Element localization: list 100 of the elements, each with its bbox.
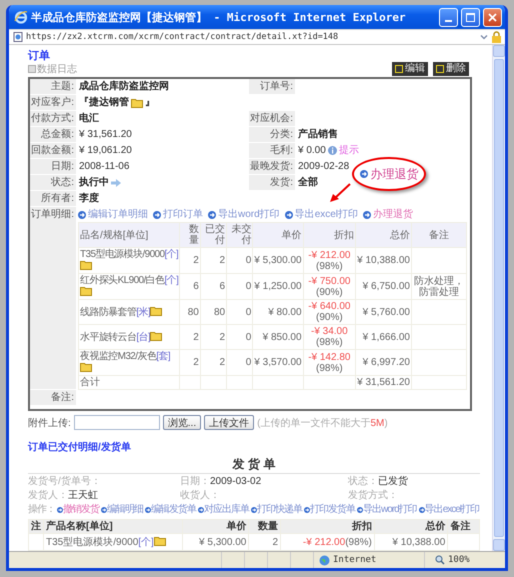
discount-cell: -¥ 640.00 (90%) bbox=[303, 300, 356, 324]
globe-icon bbox=[319, 554, 330, 566]
action-link[interactable]: 打印订单 bbox=[153, 208, 203, 221]
arrow-circle-icon bbox=[208, 210, 216, 218]
action-link[interactable]: 对应出库单 bbox=[198, 503, 249, 517]
column-header: 已交付 bbox=[200, 222, 227, 248]
file-path-field[interactable] bbox=[74, 415, 160, 430]
folder-icon[interactable] bbox=[131, 98, 143, 108]
table-cell: ¥ 10,388.00 bbox=[356, 248, 412, 274]
zoom-level[interactable]: 100% bbox=[448, 555, 470, 565]
action-link[interactable]: 撤销发货 bbox=[57, 503, 99, 517]
dropdown-caret-icon[interactable] bbox=[480, 33, 488, 41]
window-title: 半成品仓库防盗监控网【捷达钢管】 - Microsoft Internet Explorer bbox=[31, 10, 407, 24]
hint-link[interactable]: 提示 bbox=[338, 144, 359, 157]
arrow-circle-icon bbox=[418, 507, 425, 513]
table-cell: ¥ 3,570.00 bbox=[252, 350, 304, 376]
table-cell: ¥ 6,997.20 bbox=[356, 350, 412, 376]
folder-icon[interactable] bbox=[150, 306, 162, 316]
upload-button[interactable]: 上传文件 bbox=[204, 415, 254, 430]
info-label: 发货人： bbox=[28, 490, 68, 501]
unit-text: [台] bbox=[136, 332, 150, 343]
field-value: 产品销售 bbox=[298, 128, 338, 141]
page-title: 订单 bbox=[28, 50, 51, 62]
field-label: 所有者: bbox=[30, 191, 76, 207]
field-value: 2009-02-28 bbox=[298, 160, 350, 173]
table-cell: 2 bbox=[180, 248, 200, 274]
field-value: 成品仓库防盗监控网 bbox=[79, 80, 169, 93]
column-header: 总价 bbox=[374, 520, 448, 534]
minimize-button[interactable] bbox=[439, 8, 458, 26]
action-link[interactable]: 导出word打印 bbox=[357, 503, 417, 517]
folder-icon[interactable] bbox=[154, 536, 166, 546]
arrow-circle-icon bbox=[145, 507, 151, 513]
total-label: 合计 bbox=[78, 376, 180, 390]
column-header: 总价 bbox=[356, 222, 412, 248]
table-cell: ¥ 850.00 bbox=[252, 324, 304, 350]
action-button[interactable]: 编辑 bbox=[392, 62, 428, 76]
arrow-circle-icon bbox=[57, 507, 63, 513]
field-value: 执行中 bbox=[79, 176, 109, 189]
column-header: 备注 bbox=[411, 222, 466, 248]
table-cell: 80 bbox=[180, 300, 200, 324]
data-log-link[interactable]: 数据日志 bbox=[37, 62, 77, 76]
column-header: 未交付 bbox=[226, 222, 253, 248]
zoom-icon[interactable] bbox=[435, 555, 445, 565]
arrow-circle-icon bbox=[78, 210, 86, 218]
folder-icon[interactable] bbox=[80, 362, 92, 372]
scroll-thumb[interactable] bbox=[494, 59, 504, 537]
browse-button[interactable]: 浏览... bbox=[162, 415, 202, 430]
action-link[interactable]: 办理退货 bbox=[363, 208, 414, 221]
action-button[interactable]: 删除 bbox=[433, 62, 469, 76]
action-link[interactable]: 编辑明细 bbox=[101, 503, 143, 517]
close-icon[interactable] bbox=[488, 12, 497, 22]
action-link[interactable]: 打印发货单 bbox=[304, 503, 355, 517]
arrow-circle-icon bbox=[304, 507, 310, 513]
field-value: 全部 bbox=[298, 176, 318, 189]
field-label: 付款方式: bbox=[30, 111, 76, 127]
action-link[interactable]: 编辑发货单 bbox=[145, 503, 196, 517]
arrow-circle-icon bbox=[198, 507, 204, 513]
folder-icon[interactable] bbox=[150, 331, 162, 341]
action-link[interactable]: 导出word打印 bbox=[208, 208, 280, 221]
column-header: 折扣 bbox=[303, 222, 356, 248]
maximize-button[interactable] bbox=[461, 8, 480, 26]
folder-icon[interactable] bbox=[80, 260, 92, 270]
action-link[interactable]: 导出excel打印 bbox=[418, 503, 480, 517]
product-cell: T35型电源模块/9000[个] bbox=[78, 248, 180, 274]
action-link[interactable]: 编辑订单明细 bbox=[78, 208, 148, 221]
action-link[interactable]: 打印快递单 bbox=[251, 503, 302, 517]
column-header: 单价 bbox=[252, 222, 304, 248]
unit-text: [个] bbox=[164, 249, 178, 260]
url-text[interactable]: https://zx2.xtcrm.com/xcrm/contract/contract/detail.xt?id=148 bbox=[26, 32, 477, 42]
column-header: 备注 bbox=[448, 520, 480, 534]
customer-link[interactable]: 『捷达钢管 bbox=[79, 96, 129, 109]
field-label: 发货: bbox=[249, 175, 295, 191]
arrow-right-icon[interactable] bbox=[111, 178, 121, 186]
delivery-link[interactable]: 订单已交付明细/发货单 bbox=[28, 442, 131, 454]
column-header: 注 bbox=[28, 520, 44, 534]
unit-text: [个] bbox=[164, 275, 178, 286]
field-label: 订单号: bbox=[249, 79, 295, 95]
table-cell: ¥ 1,250.00 bbox=[252, 274, 304, 300]
field-label: 主题: bbox=[30, 79, 76, 95]
action-link[interactable]: 导出excel打印 bbox=[284, 208, 358, 221]
field-label: 最晚发货: bbox=[249, 159, 295, 175]
arrow-circle-icon bbox=[251, 507, 257, 513]
arrow-circle-icon bbox=[363, 210, 372, 218]
table-cell: 2 bbox=[180, 350, 200, 376]
folder-icon[interactable] bbox=[80, 286, 92, 296]
lock-icon[interactable] bbox=[491, 31, 502, 43]
field-label: 备注: bbox=[30, 390, 76, 406]
field-label: 订单明细: bbox=[30, 207, 76, 390]
table-cell: 0 bbox=[226, 274, 253, 300]
arrow-circle-icon bbox=[360, 170, 368, 178]
arrow-circle-icon bbox=[357, 507, 363, 513]
close-button[interactable] bbox=[483, 8, 502, 26]
table-cell: 0 bbox=[226, 248, 253, 274]
table-cell: 2 bbox=[200, 324, 227, 350]
scrollbar[interactable] bbox=[492, 45, 505, 551]
zone-text: Internet bbox=[333, 555, 376, 565]
unit-text: [米] bbox=[136, 307, 150, 318]
table-cell: 2 bbox=[200, 248, 227, 274]
field-label: 总金额: bbox=[30, 127, 76, 143]
discount-cell: -¥ 34.00 (98%) bbox=[303, 324, 356, 350]
